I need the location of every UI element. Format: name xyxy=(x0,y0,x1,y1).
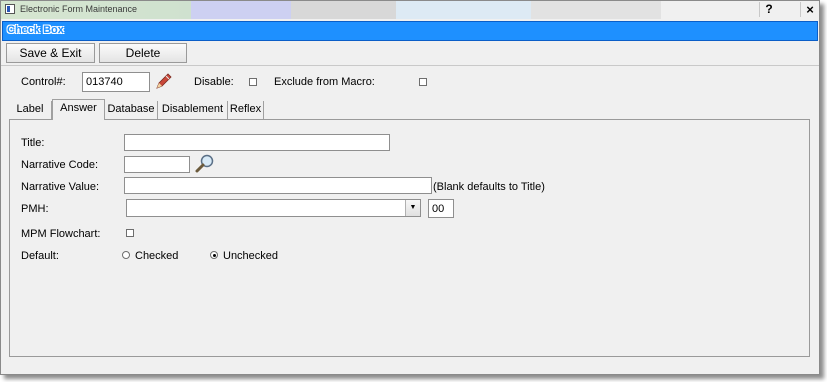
tab-answer[interactable]: Answer xyxy=(52,99,105,120)
delete-button[interactable]: Delete xyxy=(99,43,187,63)
close-button[interactable]: × xyxy=(800,2,819,17)
control-number-label: Control#: xyxy=(21,76,66,88)
title-label: Title: xyxy=(21,137,45,149)
narrative-value-field[interactable] xyxy=(124,177,432,194)
toolbar-divider xyxy=(1,65,819,66)
default-checked-radio[interactable] xyxy=(122,251,130,259)
tab-database[interactable]: Database xyxy=(105,101,158,119)
default-label: Default: xyxy=(21,250,59,262)
exclude-macro-label: Exclude from Macro: xyxy=(274,76,375,88)
default-checked-label[interactable]: Checked xyxy=(135,250,178,262)
narrative-code-label: Narrative Code: xyxy=(21,159,99,171)
chevron-down-icon[interactable]: ▼ xyxy=(405,200,420,216)
pmh-label: PMH: xyxy=(21,203,49,215)
pencil-icon[interactable] xyxy=(153,72,173,95)
default-unchecked-radio[interactable] xyxy=(210,251,218,259)
window-title: Electronic Form Maintenance xyxy=(20,4,138,14)
form-type-header: Check Box xyxy=(2,21,818,41)
tab-reflex[interactable]: Reflex xyxy=(228,101,264,119)
narrative-value-hint: (Blank defaults to Title) xyxy=(433,181,545,193)
narrative-value-label: Narrative Value: xyxy=(21,181,100,193)
answer-panel xyxy=(9,119,810,357)
narrative-code-field[interactable] xyxy=(124,156,190,173)
save-exit-button[interactable]: Save & Exit xyxy=(6,43,95,63)
disable-checkbox[interactable] xyxy=(249,78,257,86)
title-field[interactable] xyxy=(124,134,390,151)
disable-label: Disable: xyxy=(194,76,234,88)
tab-disablement[interactable]: Disablement xyxy=(158,101,228,119)
mpm-flowchart-checkbox[interactable] xyxy=(126,229,134,237)
help-button[interactable]: ? xyxy=(759,2,778,17)
exclude-macro-checkbox[interactable] xyxy=(419,78,427,86)
form-maintenance-window: Electronic Form Maintenance ? × Check Bo… xyxy=(0,0,820,375)
magnifier-icon[interactable] xyxy=(194,154,216,177)
app-icon xyxy=(5,4,15,14)
mpm-flowchart-label: MPM Flowchart: xyxy=(21,228,101,240)
form-type-title: Check Box xyxy=(7,24,64,36)
pmh-number-field[interactable] xyxy=(428,199,454,218)
control-number-field[interactable] xyxy=(82,72,150,92)
tab-label[interactable]: Label xyxy=(9,101,52,119)
title-bar: Electronic Form Maintenance ? × xyxy=(1,1,819,19)
pmh-dropdown[interactable]: ▼ xyxy=(126,199,421,217)
default-unchecked-label[interactable]: Unchecked xyxy=(223,250,278,262)
